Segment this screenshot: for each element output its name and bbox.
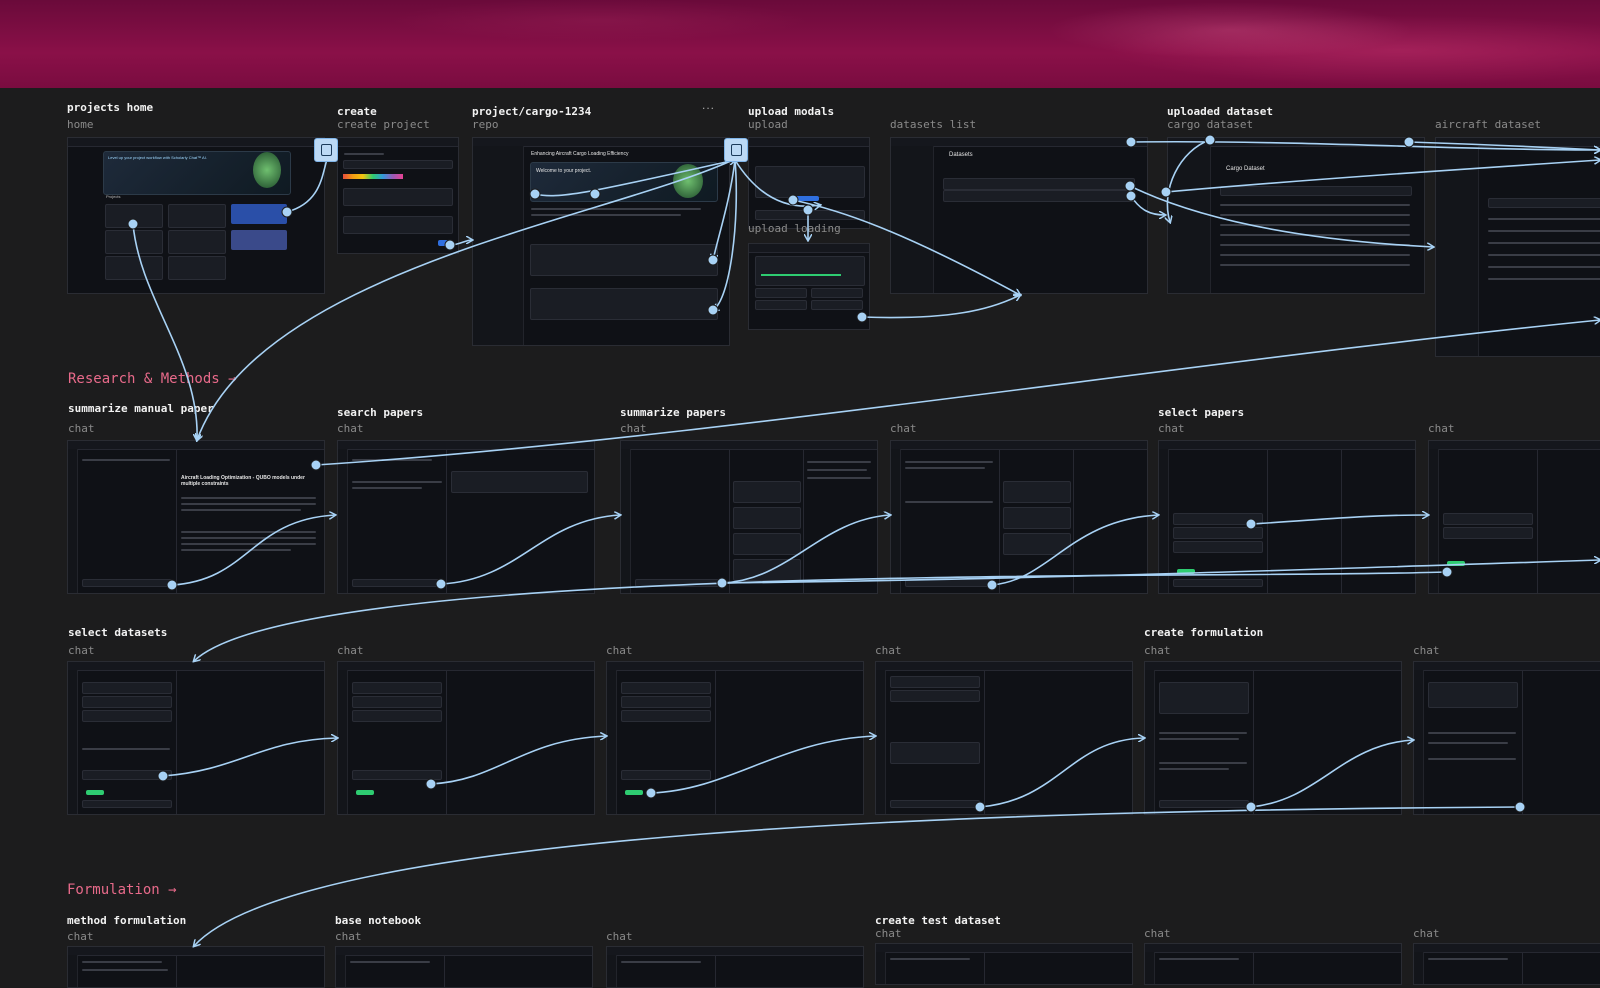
- home-headline: Level up your project workflow with Scho…: [108, 155, 207, 160]
- screen-chat-summarize-manual[interactable]: Aircraft Loading Optimization - QUBO mod…: [67, 440, 325, 594]
- row4-sub: chat: [67, 930, 94, 943]
- screen-chat-datasets-4[interactable]: [875, 661, 1133, 815]
- section-research: Research & Methods →: [68, 371, 237, 387]
- row3-title: select datasets: [68, 626, 168, 639]
- screen-chat-summarize-papers[interactable]: [620, 440, 878, 594]
- row2-title: summarize papers: [620, 406, 726, 419]
- row1-title: create: [337, 105, 377, 118]
- screen-chat-papers[interactable]: [890, 440, 1148, 594]
- screen-chat-select-papers[interactable]: [1158, 440, 1416, 594]
- row4-title: method formulation: [67, 914, 187, 927]
- more-dots[interactable]: ...: [702, 98, 715, 112]
- screen-chat-base-notebook[interactable]: [335, 946, 593, 988]
- row3-sub: chat: [337, 644, 364, 657]
- paper-title: Aircraft Loading Optimization - QUBO mod…: [181, 475, 305, 487]
- row1-sub: create project: [337, 118, 430, 131]
- datasets-title: Datasets: [949, 152, 973, 158]
- row1-sub: repo: [472, 118, 499, 131]
- screen-chat-select-datasets[interactable]: [67, 661, 325, 815]
- screen-chat-datasets-3[interactable]: [606, 661, 864, 815]
- row4-sub: chat: [875, 927, 902, 940]
- screen-chat-create-test-dataset[interactable]: [875, 943, 1133, 985]
- screen-chat-search-papers[interactable]: [337, 440, 595, 594]
- row3-sub: chat: [1413, 644, 1440, 657]
- upload-loading-label: upload loading: [748, 222, 841, 235]
- screen-upload-loading[interactable]: [748, 243, 870, 330]
- row3-sub: chat: [1144, 644, 1171, 657]
- repo-welcome: Welcome to your project.: [536, 168, 592, 174]
- row2-sub: chat: [890, 422, 917, 435]
- screen-chat-select-papers-2[interactable]: [1428, 440, 1600, 594]
- screen-chat-test-dataset-3[interactable]: [1413, 943, 1600, 985]
- row1-sub: datasets list: [890, 118, 977, 131]
- screen-chat-create-formulation[interactable]: [1144, 661, 1402, 815]
- row2-sub: chat: [337, 422, 364, 435]
- row2-sub: chat: [1428, 422, 1455, 435]
- screen-chat-method-formulation[interactable]: [67, 946, 325, 988]
- row1-title: uploaded dataset: [1167, 105, 1273, 118]
- row1-sub: home: [67, 118, 94, 131]
- row1-sub: upload: [748, 118, 788, 131]
- screen-datasets-list[interactable]: Datasets: [890, 137, 1148, 294]
- screen-repo[interactable]: Enhancing Aircraft Cargo Loading Efficie…: [472, 137, 730, 346]
- row3-title: create formulation: [1144, 626, 1264, 639]
- row4-sub: chat: [1413, 927, 1440, 940]
- row4-sub: chat: [606, 930, 633, 943]
- row1-sub: aircraft dataset: [1435, 118, 1541, 131]
- screen-create-project[interactable]: [337, 137, 459, 254]
- screen-cargo-dataset[interactable]: Cargo Dataset: [1167, 137, 1425, 294]
- row4-title: base notebook: [335, 914, 422, 927]
- screen-upload-modal[interactable]: [748, 137, 870, 229]
- row2-title: search papers: [337, 406, 424, 419]
- flow-start-icon[interactable]: [314, 138, 338, 162]
- row2-title: select papers: [1158, 406, 1245, 419]
- repo-title: Enhancing Aircraft Cargo Loading Efficie…: [531, 151, 629, 157]
- row1-title: upload modals: [748, 105, 835, 118]
- row1-sub: cargo dataset: [1167, 118, 1254, 131]
- row2-title: summarize manual paper: [68, 402, 214, 415]
- screen-chat-formulation-2[interactable]: [1413, 661, 1600, 815]
- row2-sub: chat: [1158, 422, 1185, 435]
- screen-aircraft-dataset[interactable]: [1435, 137, 1600, 357]
- row3-sub: chat: [68, 644, 95, 657]
- row4-sub: chat: [335, 930, 362, 943]
- screen-projects-home[interactable]: Level up your project workflow with Scho…: [67, 137, 325, 294]
- screen-chat-notebook-2[interactable]: [606, 946, 864, 988]
- row4-title: create test dataset: [875, 914, 1001, 927]
- screen-chat-test-dataset-2[interactable]: [1144, 943, 1402, 985]
- screen-chat-datasets-2[interactable]: [337, 661, 595, 815]
- row2-sub: chat: [68, 422, 95, 435]
- section-formulation: Formulation →: [67, 882, 177, 898]
- header-banner: [0, 0, 1600, 88]
- row3-sub: chat: [875, 644, 902, 657]
- home-projects-label: Projects: [106, 194, 121, 199]
- row1-title: projects home: [67, 101, 154, 114]
- flow-start-icon[interactable]: [724, 138, 748, 162]
- cargo-title: Cargo Dataset: [1226, 166, 1265, 172]
- row1-title: project/cargo-1234: [472, 105, 592, 118]
- row2-sub: chat: [620, 422, 647, 435]
- row3-sub: chat: [606, 644, 633, 657]
- row4-sub: chat: [1144, 927, 1171, 940]
